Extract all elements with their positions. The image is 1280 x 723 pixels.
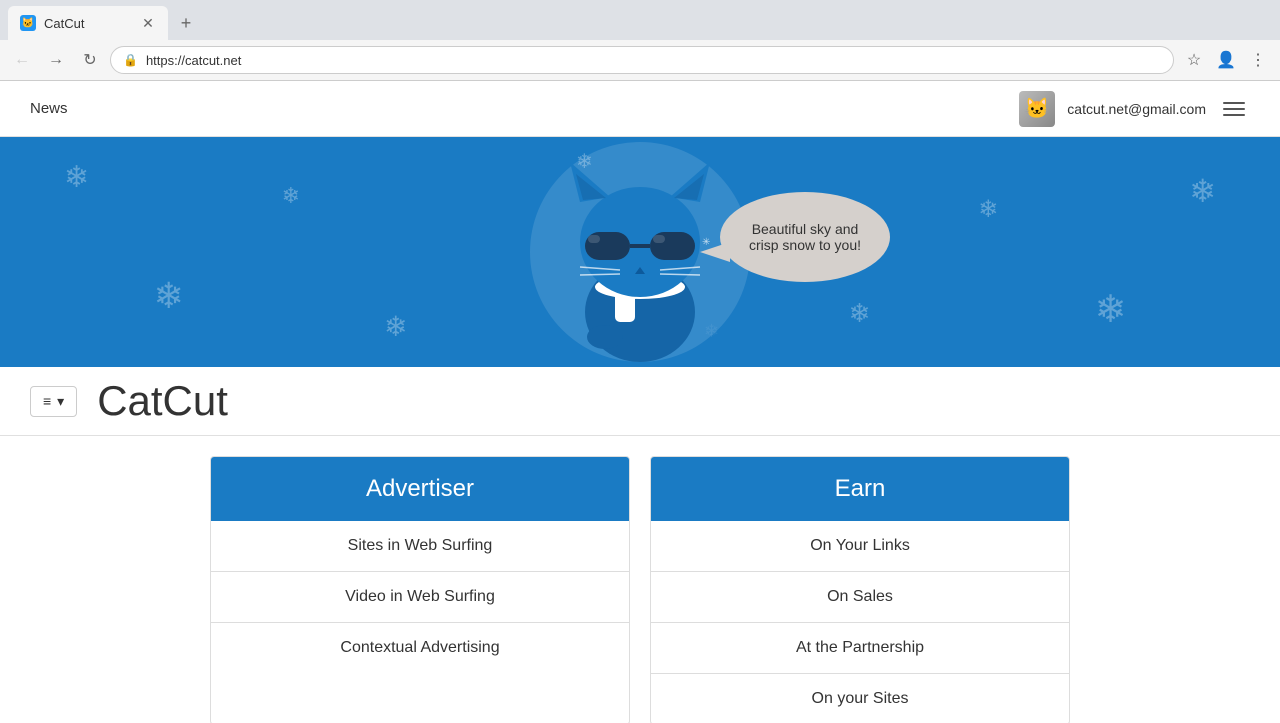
site-title: CatCut [97, 377, 228, 425]
main-content: Advertiser Sites in Web Surfing Video in… [0, 456, 1280, 723]
new-tab-button[interactable]: + [172, 9, 200, 37]
browser-toolbar: ← → ↻ 🔒 https://catcut.net ☆ 👤 ⋮ [0, 40, 1280, 81]
earn-card-header: Earn [651, 457, 1069, 521]
page-content: News 🐱 catcut.net@gmail.com ❄ ❄ ❄ ❄ ❄ ❄ … [0, 81, 1280, 723]
earn-item-4[interactable]: On your Sites [651, 674, 1069, 723]
nav-menu-arrow: ▾ [57, 393, 64, 410]
site-header: News 🐱 catcut.net@gmail.com [0, 81, 1280, 137]
advertiser-item-1[interactable]: Sites in Web Surfing [211, 521, 629, 572]
earn-card: Earn On Your Links On Sales At the Partn… [650, 456, 1070, 723]
back-button[interactable]: ← [8, 46, 36, 74]
bookmark-button[interactable]: ☆ [1180, 46, 1208, 74]
avatar-image: 🐱 [1019, 91, 1055, 127]
hamburger-menu-button[interactable] [1218, 93, 1250, 125]
cards-grid: Advertiser Sites in Web Surfing Video in… [210, 456, 1070, 723]
snowflake-icon: ❄ [978, 195, 998, 224]
url-text: https://catcut.net [146, 53, 241, 68]
hamburger-line-3 [1223, 114, 1245, 116]
user-email: catcut.net@gmail.com [1067, 101, 1206, 117]
security-icon: 🔒 [123, 53, 138, 67]
snowflake-icon: ❄ [849, 298, 871, 329]
reload-button[interactable]: ↻ [76, 46, 104, 74]
earn-item-1[interactable]: On Your Links [651, 521, 1069, 572]
toolbar-actions: ☆ 👤 ⋮ [1180, 46, 1272, 74]
advertiser-item-2[interactable]: Video in Web Surfing [211, 572, 629, 623]
address-bar[interactable]: 🔒 https://catcut.net [110, 46, 1174, 74]
snowflake-icon: ❄ [282, 183, 300, 209]
tab-favicon: 🐱 [20, 15, 36, 31]
browser-chrome: 🐱 CatCut ✕ + ← → ↻ 🔒 https://catcut.net … [0, 0, 1280, 81]
speech-bubble: Beautiful sky and crisp snow to you! [720, 192, 890, 282]
forward-button[interactable]: → [42, 46, 70, 74]
nav-menu-button[interactable]: ≡ ▾ [30, 386, 77, 417]
snowflake-icon: ❄ [1095, 287, 1127, 332]
earn-item-2[interactable]: On Sales [651, 572, 1069, 623]
menu-button[interactable]: ⋮ [1244, 46, 1272, 74]
profile-button[interactable]: 👤 [1212, 46, 1240, 74]
snowflake-icon: ❄ [384, 310, 407, 343]
nav-menu-icon: ≡ [43, 393, 51, 409]
advertiser-item-3[interactable]: Contextual Advertising [211, 623, 629, 673]
tab-close-button[interactable]: ✕ [140, 15, 156, 32]
browser-tab[interactable]: 🐱 CatCut ✕ [8, 6, 168, 40]
user-area: 🐱 catcut.net@gmail.com [1019, 91, 1250, 127]
earn-item-3[interactable]: At the Partnership [651, 623, 1069, 674]
advertiser-card: Advertiser Sites in Web Surfing Video in… [210, 456, 630, 723]
snowflake-icon: ❄ [64, 160, 89, 195]
hamburger-line-1 [1223, 102, 1245, 104]
banner-center: ✳ Beautiful sky and crisp snow to you! [550, 142, 730, 362]
title-bar: 🐱 CatCut ✕ + [0, 0, 1280, 40]
hamburger-line-2 [1223, 108, 1245, 110]
snowflake-icon: ❄ [154, 275, 184, 317]
speech-bubble-text: Beautiful sky and crisp snow to you! [749, 221, 861, 253]
advertiser-card-header: Advertiser [211, 457, 629, 521]
svg-text:✳: ✳ [702, 237, 710, 248]
snowflake-icon: ❄ [1189, 172, 1216, 210]
nav-strip: ≡ ▾ CatCut [0, 367, 1280, 436]
user-avatar: 🐱 [1019, 91, 1055, 127]
news-nav-link[interactable]: News [30, 100, 68, 117]
tab-title: CatCut [44, 16, 132, 31]
hero-banner: ❄ ❄ ❄ ❄ ❄ ❄ ❄ ❄ ❄ ❄ [0, 137, 1280, 367]
